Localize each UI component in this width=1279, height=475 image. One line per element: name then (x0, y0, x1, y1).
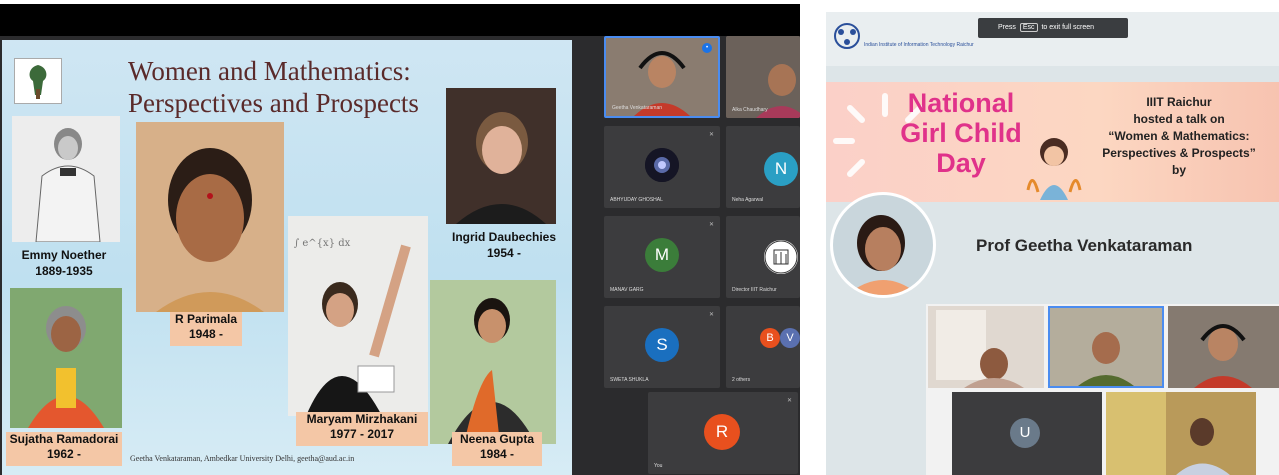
slide-title-line2: Perspectives and Prospects (128, 88, 419, 118)
svg-text:∫ e^{x} dx: ∫ e^{x} dx (294, 238, 351, 249)
avatar: V (780, 328, 800, 348)
slide-footer: Geetha Venkataraman, Ambedkar University… (130, 454, 355, 463)
exit-fullscreen-tooltip: Press Esc to exit full screen (978, 18, 1128, 38)
talk-line2: hosted a talk on (1133, 112, 1225, 126)
top-bar (0, 4, 800, 36)
avatar: N (764, 152, 798, 186)
iiit-logo-icon (832, 22, 862, 50)
avatar: B (760, 328, 780, 348)
mic-muted-icon: ✕ (708, 312, 714, 318)
speaker-name: Prof Geetha Venkataraman (976, 236, 1193, 255)
participant-tile-geetha[interactable]: Geetha Venkataraman • (604, 36, 720, 118)
talk-line1: IIIT Raichur (1146, 95, 1212, 109)
avatar: S (645, 328, 679, 362)
event-banner: National Girl Child Day IIIT Raichur hos… (826, 82, 1279, 202)
banner-title-line2: Girl Child (900, 118, 1022, 148)
caption-maryam-mirzhakani-name: Maryam Mirzhakani (306, 412, 418, 426)
participant-name: Director IIIT Raichur (732, 287, 777, 293)
gallery-tile-3[interactable] (1168, 306, 1279, 388)
participant-tile-abhyuday[interactable]: ✕ ABHYUDAY GHOSHAL (604, 126, 720, 208)
talk-line3: “Women & Mathematics: (1108, 129, 1250, 143)
gallery-tile-4[interactable]: U (952, 392, 1102, 475)
mic-muted-icon: ✕ (786, 398, 792, 404)
caption-maryam-mirzhakani-years: 1977 - 2017 (329, 427, 395, 441)
participant-name: You (654, 463, 663, 469)
participant-tile-alka[interactable]: Alka Chaudhary (726, 36, 800, 118)
banner-title: National Girl Child Day (896, 88, 1026, 178)
poster-header: Indian Institute of Information Technolo… (826, 12, 1279, 66)
participant-name: Alka Chaudhary (732, 107, 768, 113)
participant-name: Geetha Venkataraman (612, 105, 663, 111)
caption-neena-gupta: Neena Gupta 1984 - (452, 432, 542, 466)
participant-name: 2 others (732, 377, 751, 383)
shared-slide: Women and Mathematics: Perspectives and … (2, 40, 572, 475)
gallery-tile-5[interactable] (1106, 392, 1256, 475)
caption-sujatha-ramadorai: Sujatha Ramadorai 1962 - (6, 432, 122, 466)
caption-neena-gupta-years: 1984 - (479, 447, 515, 461)
banner-title-line1: National (907, 88, 1015, 118)
participant-tile-manav[interactable]: M ✕ MANAV GARG (604, 216, 720, 298)
avatar: R (704, 414, 740, 450)
speaking-indicator-icon: • (702, 43, 712, 53)
caption-emmy-noether-years: 1889-1935 (35, 264, 93, 278)
gallery-tile-2[interactable] (1048, 306, 1164, 388)
meeting-screenshot-right: Indian Institute of Information Technolo… (826, 12, 1279, 475)
participant-name: ABHYUDAY GHOSHAL (610, 197, 663, 203)
participant-name: MANAV GARG (610, 287, 644, 293)
profile-image-icon (645, 148, 679, 182)
gallery-tile-1[interactable] (928, 306, 1044, 388)
caption-emmy-noether-name: Emmy Noether (21, 248, 107, 262)
video-gallery: U (926, 304, 1279, 475)
caption-r-parimala: R Parimala 1948 - (170, 312, 242, 346)
photo-neena-gupta (430, 280, 556, 444)
mic-muted-icon: ✕ (708, 132, 714, 138)
participant-tile-others[interactable]: B V 2 others (726, 306, 800, 388)
participant-name: Neha Agarwal (732, 197, 764, 203)
tooltip-rest: to exit full screen (1041, 24, 1095, 31)
photo-emmy-noether (12, 116, 120, 242)
photo-maryam-mirzhakani: ∫ e^{x} dx (288, 216, 428, 416)
talk-line5: by (1171, 163, 1186, 177)
university-logo (14, 58, 62, 104)
caption-neena-gupta-name: Neena Gupta (459, 432, 534, 446)
photo-ingrid-daubechies (446, 88, 556, 224)
mic-muted-icon: ✕ (708, 222, 714, 228)
caption-sujatha-ramadorai-years: 1962 - (46, 447, 82, 461)
photo-sujatha-ramadorai (10, 288, 122, 428)
talk-announcement: IIIT Raichur hosted a talk on “Women & M… (1084, 94, 1274, 179)
participant-tile-director[interactable]: Director IIIT Raichur (726, 216, 800, 298)
institute-name: Indian Institute of Information Technolo… (864, 42, 974, 48)
caption-maryam-mirzhakani: Maryam Mirzhakani 1977 - 2017 (296, 412, 428, 446)
participant-tile-you[interactable]: R ✕ You (648, 392, 798, 474)
banner-title-line3: Day (936, 148, 986, 178)
meeting-screenshot-left: Women and Mathematics: Perspectives and … (0, 4, 800, 475)
speaker-portrait (830, 192, 936, 298)
photo-r-parimala (136, 122, 284, 312)
caption-ingrid-daubechies-years: 1954 - (486, 246, 522, 260)
logo-icon (764, 240, 798, 274)
participant-tile-sweta[interactable]: S ✕ SWETA SHUKLA (604, 306, 720, 388)
participant-tile-neha[interactable]: N Neha Agarwal (726, 126, 800, 208)
caption-sujatha-ramadorai-name: Sujatha Ramadorai (9, 432, 119, 446)
tooltip-press: Press (998, 24, 1016, 31)
slide-title-line1: Women and Mathematics: (128, 56, 411, 86)
caption-r-parimala-years: 1948 - (188, 327, 224, 341)
talk-line4: Perspectives & Prospects” (1102, 146, 1256, 160)
girl-illustration-icon (1026, 138, 1082, 200)
video-person-icon (726, 36, 800, 118)
participant-name: SWETA SHUKLA (610, 377, 649, 383)
avatar: U (1010, 418, 1040, 448)
esc-key: Esc (1019, 23, 1038, 32)
caption-r-parimala-name: R Parimala (174, 312, 238, 326)
avatar: M (645, 238, 679, 272)
caption-ingrid-daubechies-name: Ingrid Daubechies (451, 230, 557, 244)
